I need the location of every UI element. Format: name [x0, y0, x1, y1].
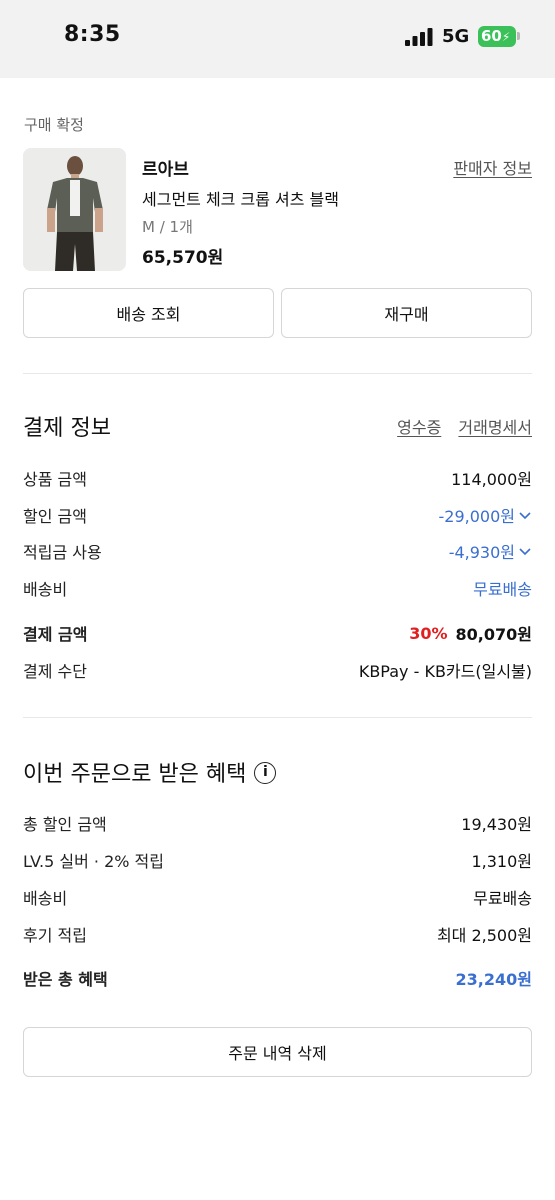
status-time: 8:35: [64, 22, 121, 47]
payment-total-value-wrap: 30% 80,070원: [409, 621, 532, 645]
discount-amount-row[interactable]: 할인 금액 -29,000원: [23, 503, 532, 527]
payment-method-row: 결제 수단 KBPay - KB카드(일시불): [23, 658, 532, 682]
battery-icon: 60⚡: [478, 26, 516, 47]
row-label: 상품 금액: [23, 470, 87, 489]
cellular-signal-icon: [405, 28, 433, 46]
benefits-total-label: 받은 총 혜택: [23, 970, 108, 989]
product-thumbnail[interactable]: [23, 148, 126, 271]
benefit-shipping-row: 배송비 무료배송: [23, 885, 532, 909]
points-used-toggle[interactable]: -4,930원: [449, 539, 532, 563]
benefits-total-value: 23,240원: [455, 970, 532, 989]
points-used-row[interactable]: 적립금 사용 -4,930원: [23, 539, 532, 563]
review-points-row: 후기 적립 최대 2,500원: [23, 922, 532, 946]
row-label: 후기 적립: [23, 926, 87, 945]
seller-info-link[interactable]: 판매자 정보: [453, 155, 532, 179]
order-status-label: 구매 확정: [24, 116, 84, 134]
battery-tip: [517, 32, 520, 40]
info-icon[interactable]: i: [254, 762, 277, 784]
delete-order-button[interactable]: 주문 내역 삭제: [23, 1027, 532, 1077]
row-label: 적립금 사용: [23, 543, 102, 562]
rebuy-button[interactable]: 재구매: [281, 288, 532, 338]
row-value: 최대 2,500원: [436, 926, 532, 945]
row-value: 114,000원: [451, 470, 532, 489]
divider: [23, 717, 532, 718]
product-price: 65,570원: [142, 248, 224, 268]
divider: [23, 373, 532, 374]
product-name[interactable]: 세그먼트 체크 크롭 셔츠 블랙: [142, 186, 339, 210]
chevron-down-icon: [519, 512, 531, 520]
payment-links: 영수증 거래명세서: [385, 414, 532, 438]
charging-bolt-icon: ⚡: [501, 30, 511, 44]
benefits-total-row: 받은 총 혜택 23,240원: [23, 966, 532, 990]
row-label: 총 할인 금액: [23, 815, 107, 834]
shipping-fee-row: 배송비 무료배송: [23, 576, 532, 600]
payment-total-value: 80,070원: [455, 625, 532, 644]
product-photo: [23, 148, 126, 271]
total-discount-row: 총 할인 금액 19,430원: [23, 811, 532, 835]
row-value: 1,310원: [471, 852, 532, 871]
payment-total-row: 결제 금액 30% 80,070원: [23, 621, 532, 645]
row-label: LV.5 실버 · 2% 적립: [23, 852, 164, 871]
payment-info-title: 결제 정보: [23, 416, 111, 441]
brand-name[interactable]: 르아브: [142, 155, 189, 180]
row-value: -29,000원: [438, 507, 515, 526]
product-amount-row: 상품 금액 114,000원: [23, 466, 532, 490]
payment-method-label: 결제 수단: [23, 662, 87, 681]
chevron-down-icon: [519, 548, 531, 556]
row-label: 배송비: [23, 580, 68, 599]
receipt-link[interactable]: 영수증: [397, 418, 441, 437]
payment-method-value: KBPay - KB카드(일시불): [358, 662, 532, 681]
benefits-heading: 이번 주문으로 받은 혜택 i: [23, 756, 277, 788]
row-label: 할인 금액: [23, 507, 87, 526]
transaction-statement-link[interactable]: 거래명세서: [458, 418, 532, 437]
status-bar: 8:35 5G 60⚡: [0, 0, 555, 78]
discount-amount-toggle[interactable]: -29,000원: [439, 503, 532, 527]
row-value: 무료배송: [473, 889, 532, 908]
row-value: 19,430원: [461, 815, 532, 834]
row-value: -4,930원: [448, 543, 515, 562]
product-option: M / 1개: [142, 218, 193, 236]
discount-rate: 30%: [409, 623, 448, 643]
level-points-row: LV.5 실버 · 2% 적립 1,310원: [23, 848, 532, 872]
benefits-title: 이번 주문으로 받은 혜택: [23, 762, 247, 787]
row-value: 무료배송: [473, 580, 532, 599]
payment-total-label: 결제 금액: [23, 625, 88, 644]
ship-tracking-button[interactable]: 배송 조회: [23, 288, 274, 338]
network-type: 5G: [442, 26, 470, 47]
battery-level: 60: [481, 27, 502, 45]
row-label: 배송비: [23, 889, 68, 908]
